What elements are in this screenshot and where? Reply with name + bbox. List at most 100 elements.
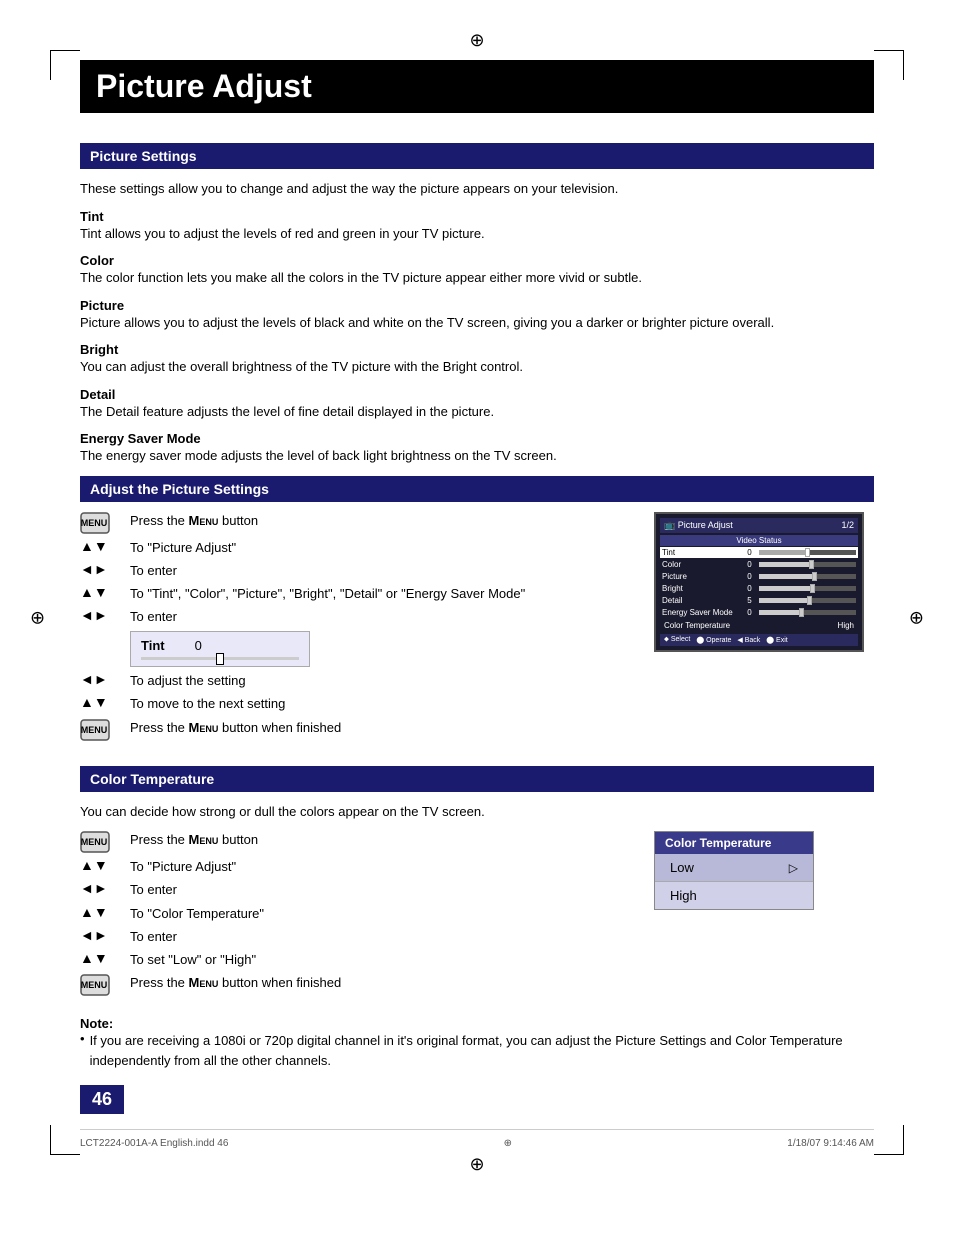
picture-body: Picture allows you to adjust the levels … [80,313,874,333]
adjust-step-8-text: Press the Menu button when finished [130,719,634,737]
tint-title: Tint [80,209,874,224]
adjust-step-1-text: Press the Menu button [130,512,634,530]
menu-button-icon-2: MENU [80,719,130,741]
adjust-step-4-text: To "Tint", "Color", "Picture", "Bright",… [130,585,634,603]
adjust-step-3: ◄► To enter [80,562,634,580]
ct-step-2-text: To "Picture Adjust" [130,858,634,876]
ct-arrow-lr-1: ◄► [80,881,130,895]
tv-picture-slider [759,574,856,579]
tv-picture-row: Picture 0 [660,571,858,582]
page-number: 46 [80,1085,124,1114]
menu-icon-svg: MENU [80,512,110,534]
bright-body: You can adjust the overall brightness of… [80,357,874,377]
adjust-step-2-text: To "Picture Adjust" [130,539,634,557]
page-footer: LCT2224-001A-A English.indd 46 ⊕ 1/18/07… [80,1129,874,1149]
picture-subsection: Picture Picture allows you to adjust the… [80,298,874,333]
tint-slider-box: Tint 0 [130,631,310,667]
detail-title: Detail [80,387,874,402]
tv-screen-mockup: 📺 Picture Adjust 1/2 Video Status Tint 0… [654,512,874,746]
ct-step-3-text: To enter [130,881,634,899]
svg-text:MENU: MENU [81,837,108,847]
tint-body: Tint allows you to adjust the levels of … [80,224,874,244]
color-temp-intro: You can decide how strong or dull the co… [80,802,874,822]
color-title: Color [80,253,874,268]
color-temp-instructions: MENU Press the Menu button ▲▼ To "Pictur… [80,831,634,1001]
energy-saver-body: The energy saver mode adjusts the level … [80,446,874,466]
adjust-step-4: ▲▼ To "Tint", "Color", "Picture", "Brigh… [80,585,634,603]
menu-button-icon-1: MENU [80,512,130,534]
adjust-step-5-text: To enter [130,608,634,626]
arrow-ud-icon-1: ▲▼ [80,539,130,553]
tv-color-temp-row: Color Temperature High [660,619,858,632]
ct-step-5-text: To enter [130,928,634,946]
ct-menu-icon-svg-2: MENU [80,974,110,996]
tint-box-value: 0 [195,638,202,653]
note-bullet-1: • If you are receiving a 1080i or 720p d… [80,1031,874,1070]
picture-title: Picture [80,298,874,313]
adjust-step-3-text: To enter [130,562,634,580]
color-temp-header: Color Temperature [80,766,874,792]
ct-step-1-text: Press the Menu button [130,831,634,849]
arrow-lr-icon-3: ◄► [80,672,130,686]
ct-arrow-ud-3: ▲▼ [80,951,130,965]
ct-menu-icon-2: MENU [80,974,130,996]
color-temp-high: High [655,882,813,909]
tint-slider-thumb [216,653,224,665]
ct-step-6-text: To set "Low" or "High" [130,951,634,969]
arrow-ud-icon-2: ▲▼ [80,585,130,599]
picture-settings-intro: These settings allow you to change and a… [80,179,874,199]
ct-menu-icon-svg: MENU [80,831,110,853]
ct-menu-icon-1: MENU [80,831,130,853]
ct-step-2: ▲▼ To "Picture Adjust" [80,858,634,876]
tv-energy-slider [759,610,856,615]
note-body-1: If you are receiving a 1080i or 720p dig… [90,1031,874,1070]
picture-settings-header: Picture Settings [80,143,874,169]
ct-arrow-ud-1: ▲▼ [80,858,130,872]
ct-step-7-text: Press the Menu button when finished [130,974,634,992]
adjust-step-7-text: To move to the next setting [130,695,634,713]
tv-color-slider [759,562,856,567]
color-temp-options: Color Temperature Low ▷ High [654,831,874,1001]
footer-left: LCT2224-001A-A English.indd 46 [80,1138,228,1149]
energy-saver-subsection: Energy Saver Mode The energy saver mode … [80,431,874,466]
color-temp-box: Color Temperature Low ▷ High [654,831,814,910]
svg-text:MENU: MENU [81,725,108,735]
bright-subsection: Bright You can adjust the overall bright… [80,342,874,377]
tv-title: 📺 Picture Adjust [664,520,733,531]
tv-bright-row: Bright 0 [660,583,858,594]
adjust-instructions: MENU Press the Menu button ▲▼ To "Pictur… [80,512,634,746]
tv-detail-row: Detail 5 [660,595,858,606]
tint-slider-track [141,657,299,660]
detail-body: The Detail feature adjusts the level of … [80,402,874,422]
tv-screen-header: 📺 Picture Adjust 1/2 [660,518,858,533]
tv-tint-slider [759,550,856,555]
svg-text:MENU: MENU [81,980,108,990]
tv-page: 1/2 [841,520,854,531]
tv-screen-display: 📺 Picture Adjust 1/2 Video Status Tint 0… [654,512,864,652]
tv-video-status: Video Status [660,535,858,546]
adjust-step-7: ▲▼ To move to the next setting [80,695,634,713]
ct-step-4-text: To "Color Temperature" [130,905,634,923]
ct-step-4: ▲▼ To "Color Temperature" [80,905,634,923]
adjust-step-2: ▲▼ To "Picture Adjust" [80,539,634,557]
svg-text:MENU: MENU [81,518,108,528]
bright-title: Bright [80,342,874,357]
adjust-step-1: MENU Press the Menu button [80,512,634,534]
adjust-step-5: ◄► To enter [80,608,634,626]
ct-step-5: ◄► To enter [80,928,634,946]
tv-energy-row: Energy Saver Mode 0 [660,607,858,618]
ct-step-7: MENU Press the Menu button when finished [80,974,634,996]
menu-icon-svg-2: MENU [80,719,110,741]
color-body: The color function lets you make all the… [80,268,874,288]
color-subsection: Color The color function lets you make a… [80,253,874,288]
tv-footer: ⬥ Select ⬤ Operate ◀ Back ⬤ Exit [660,634,858,646]
ct-arrow-lr-2: ◄► [80,928,130,942]
tv-bright-slider [759,586,856,591]
tint-subsection: Tint Tint allows you to adjust the level… [80,209,874,244]
ct-step-3: ◄► To enter [80,881,634,899]
tv-tint-row: Tint 0 [660,547,858,558]
arrow-lr-icon-1: ◄► [80,562,130,576]
tint-box-label: Tint [141,638,165,653]
ct-arrow-ud-2: ▲▼ [80,905,130,919]
adjust-step-6: ◄► To adjust the setting [80,672,634,690]
